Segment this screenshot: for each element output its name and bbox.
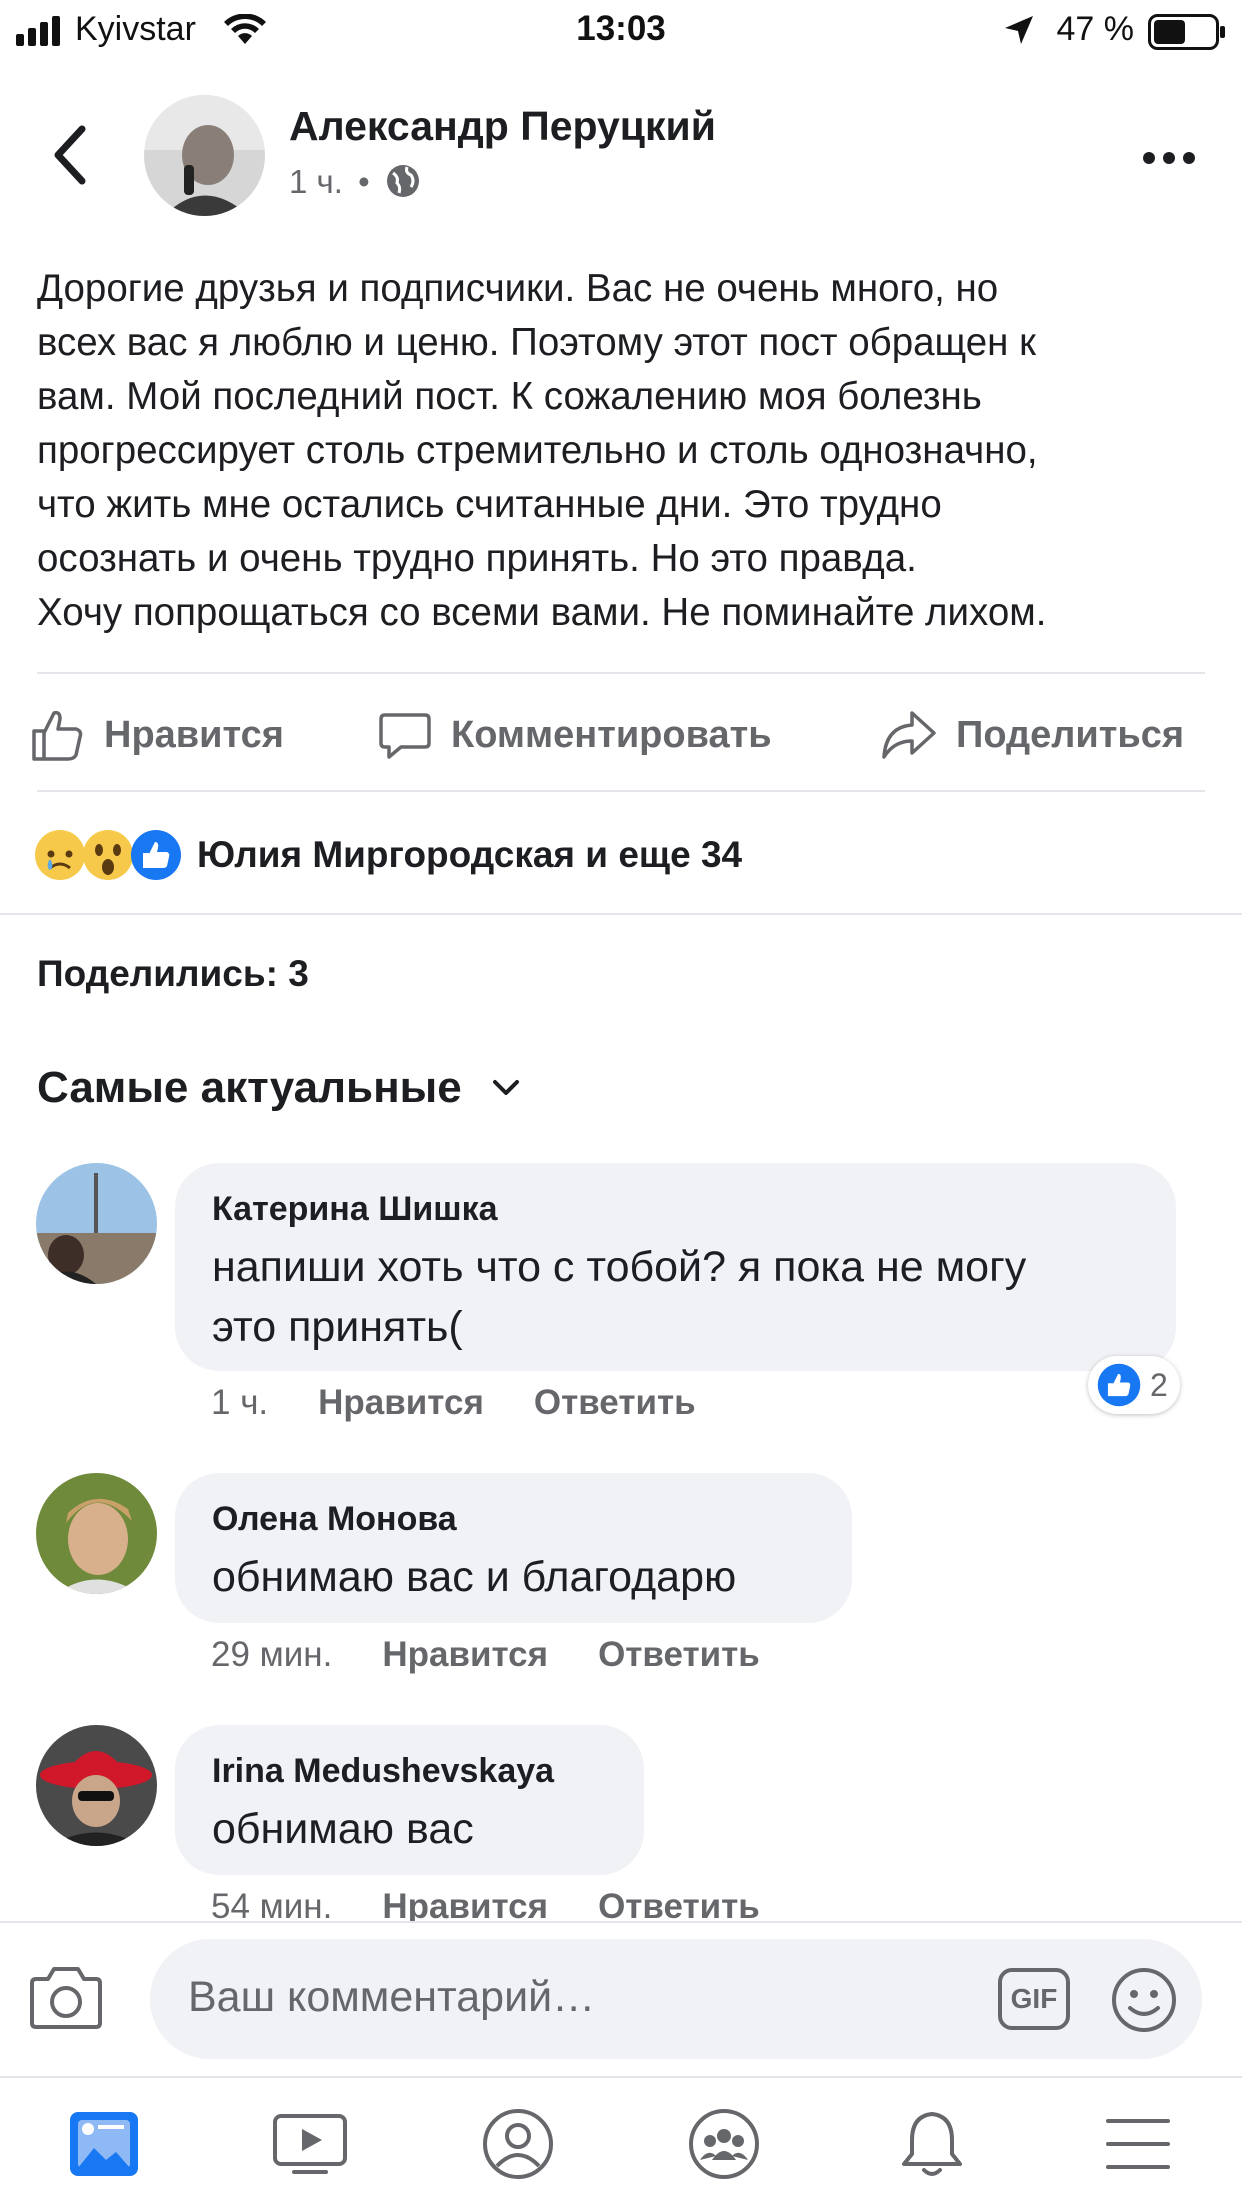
tab-watch[interactable] bbox=[250, 2078, 370, 2210]
comment-actions: 29 мин. Нравится Ответить bbox=[211, 1635, 760, 1675]
tab-news-feed[interactable] bbox=[44, 2078, 164, 2210]
comment-like-count-badge[interactable]: 2 bbox=[1088, 1356, 1180, 1414]
share-icon bbox=[882, 711, 936, 759]
comment-bubble[interactable]: Олена Монова обнимаю вас и благодарю bbox=[175, 1473, 852, 1623]
like-label: Нравится bbox=[104, 713, 284, 756]
reactions-text: Юлия Миргородская и еще 34 bbox=[197, 834, 743, 875]
comment-actions: 1 ч. Нравится Ответить bbox=[211, 1383, 696, 1423]
like-count: 2 bbox=[1150, 1366, 1168, 1403]
comment-text-line: напиши хоть что с тобой? я пока не могу bbox=[212, 1243, 1027, 1291]
comment-label: Комментировать bbox=[451, 713, 772, 756]
commenter-name[interactable]: Катерина Шишка bbox=[212, 1187, 1139, 1231]
comment-text: обнимаю вас и благодарю bbox=[212, 1553, 737, 1601]
camera-icon[interactable] bbox=[28, 1965, 104, 2031]
chevron-down-icon bbox=[492, 1080, 519, 1095]
post-header: Александр Перуцкий 1 ч. • bbox=[0, 80, 1242, 230]
author-avatar[interactable] bbox=[144, 95, 265, 216]
location-arrow-icon bbox=[1005, 16, 1033, 44]
gif-button[interactable]: GIF bbox=[998, 1968, 1070, 2030]
comment-bubble[interactable]: Irina Medushevskaya обнимаю вас bbox=[175, 1725, 644, 1875]
tab-notifications[interactable] bbox=[872, 2078, 992, 2210]
bell-icon bbox=[902, 2112, 962, 2176]
like-reaction-icon bbox=[1097, 1363, 1141, 1407]
comment-text: напиши хоть что с тобой? я пока не могу … bbox=[212, 1237, 1139, 1357]
section-divider bbox=[0, 913, 1242, 915]
comment-time: 1 ч. bbox=[211, 1383, 269, 1422]
status-bar: Kyivstar 13:03 47 % bbox=[0, 0, 1242, 62]
tab-menu[interactable] bbox=[1078, 2078, 1198, 2210]
sad-reaction-icon bbox=[35, 830, 85, 880]
commenter-name[interactable]: Олена Монова bbox=[212, 1497, 815, 1541]
post-text: Дорогие друзья и подписчики. Вас не очен… bbox=[37, 267, 1047, 634]
commenter-avatar[interactable] bbox=[36, 1473, 157, 1594]
share-label: Поделиться bbox=[956, 713, 1185, 756]
meta-separator: • bbox=[358, 163, 370, 200]
emoji-icon[interactable] bbox=[1110, 1966, 1178, 2034]
battery-icon bbox=[1148, 14, 1225, 50]
author-name[interactable]: Александр Перуцкий bbox=[289, 103, 716, 150]
comment-icon bbox=[379, 713, 431, 759]
watch-icon bbox=[273, 2114, 347, 2174]
comment-input[interactable]: Ваш комментарий… GIF bbox=[150, 1939, 1202, 2059]
divider bbox=[37, 672, 1205, 674]
more-options-icon[interactable] bbox=[1142, 150, 1196, 166]
divider bbox=[37, 790, 1205, 792]
comment-text: обнимаю вас bbox=[212, 1805, 474, 1853]
battery-percent: 47 % bbox=[1056, 10, 1135, 48]
thumbs-up-icon bbox=[32, 710, 83, 761]
share-button[interactable]: Поделиться bbox=[880, 700, 1184, 770]
groups-icon bbox=[689, 2109, 759, 2179]
gif-label: GIF bbox=[1010, 1983, 1058, 2014]
tab-profile[interactable] bbox=[458, 2078, 578, 2210]
comment-like-button[interactable]: Нравится bbox=[382, 1635, 548, 1675]
comment-input-placeholder: Ваш комментарий… bbox=[188, 1973, 596, 2021]
post-meta: 1 ч. • bbox=[289, 163, 421, 201]
back-icon[interactable] bbox=[50, 125, 90, 185]
reactions-summary[interactable]: Юлия Миргородская и еще 34 bbox=[33, 825, 742, 885]
bottom-tab-bar bbox=[0, 2076, 1242, 2208]
profile-icon bbox=[483, 2109, 553, 2179]
commenter-avatar[interactable] bbox=[36, 1163, 157, 1284]
sort-label: Самые актуальные bbox=[37, 1063, 462, 1112]
commenter-name[interactable]: Irina Medushevskaya bbox=[212, 1749, 607, 1793]
comment-reply-button[interactable]: Ответить bbox=[598, 1635, 760, 1675]
like-reaction-icon bbox=[131, 830, 181, 880]
comment-bubble[interactable]: Катерина Шишка напиши хоть что с тобой? … bbox=[175, 1163, 1176, 1371]
tab-groups[interactable] bbox=[664, 2078, 784, 2210]
like-button[interactable]: Нравится bbox=[30, 700, 284, 770]
comment-text-line: это принять( bbox=[212, 1303, 463, 1351]
comment-composer: Ваш комментарий… GIF bbox=[0, 1921, 1242, 2076]
comment-like-button[interactable]: Нравится bbox=[318, 1383, 484, 1423]
commenter-avatar[interactable] bbox=[36, 1725, 157, 1846]
wow-reaction-icon bbox=[83, 830, 133, 880]
comment-button[interactable]: Комментировать bbox=[377, 700, 772, 770]
shares-count[interactable]: Поделились: 3 bbox=[37, 953, 309, 995]
menu-icon bbox=[1106, 2119, 1170, 2169]
globe-icon bbox=[386, 165, 419, 197]
comment-time: 29 мин. bbox=[211, 1635, 333, 1674]
post-time[interactable]: 1 ч. bbox=[289, 163, 343, 200]
news-feed-icon bbox=[70, 2112, 138, 2176]
comment-reply-button[interactable]: Ответить bbox=[534, 1383, 696, 1423]
comment-sort-selector[interactable]: Самые актуальные bbox=[37, 1063, 520, 1113]
